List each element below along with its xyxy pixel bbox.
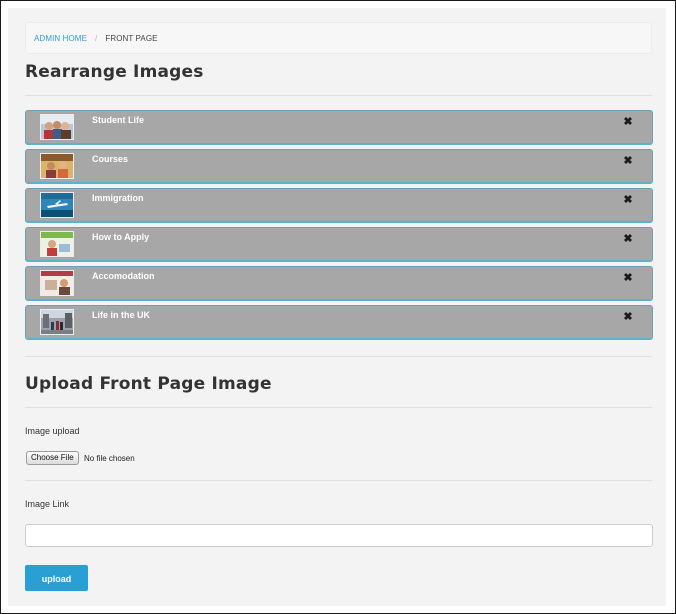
upload-button[interactable]: upload <box>25 565 88 591</box>
item-label: Accomodation <box>92 271 155 281</box>
item-label: Life in the UK <box>92 310 150 320</box>
breadcrumb-admin-home-link[interactable]: ADMIN HOME <box>34 34 87 43</box>
close-icon[interactable]: ✖ <box>623 273 633 284</box>
item-label: Courses <box>92 154 129 164</box>
list-item[interactable]: Immigration ✖ <box>25 188 653 223</box>
list-item[interactable]: Courses ✖ <box>25 149 653 184</box>
immigration-photo-icon <box>40 192 74 218</box>
upload-heading: Upload Front Page Image <box>25 374 272 394</box>
life-in-the-uk-photo-icon <box>40 309 74 335</box>
page-frame: ADMIN HOME / FRONT PAGE Rearrange Images <box>0 0 676 614</box>
close-icon[interactable]: ✖ <box>623 117 633 128</box>
breadcrumb-separator: / <box>95 34 98 43</box>
admin-panel: ADMIN HOME / FRONT PAGE Rearrange Images <box>8 8 666 606</box>
image-link-input[interactable] <box>25 524 653 547</box>
item-label: How to Apply <box>92 232 150 242</box>
list-item[interactable]: Student Life ✖ <box>25 110 653 145</box>
student-life-photo-icon <box>40 114 74 140</box>
divider <box>25 95 652 96</box>
close-icon[interactable]: ✖ <box>623 156 633 167</box>
how-to-apply-photo-icon <box>40 231 74 257</box>
divider <box>25 356 652 357</box>
close-icon[interactable]: ✖ <box>623 234 633 245</box>
list-item[interactable]: Accomodation ✖ <box>25 266 653 301</box>
close-icon[interactable]: ✖ <box>623 312 633 323</box>
close-icon[interactable]: ✖ <box>623 195 633 206</box>
file-status-text: No file chosen <box>84 454 135 463</box>
accomodation-photo-icon <box>40 270 74 296</box>
divider <box>25 480 652 481</box>
courses-photo-icon <box>40 153 74 179</box>
list-item[interactable]: Life in the UK ✖ <box>25 305 653 340</box>
breadcrumb: ADMIN HOME / FRONT PAGE <box>25 22 652 54</box>
item-label: Student Life <box>92 115 144 125</box>
choose-file-button[interactable]: Choose File <box>26 451 79 465</box>
divider <box>25 407 652 408</box>
rearrange-heading: Rearrange Images <box>25 62 204 82</box>
sortable-image-list: Student Life ✖ Courses ✖ Immigration ✖ H… <box>25 110 653 344</box>
image-link-label: Image Link <box>25 499 70 509</box>
item-label: Immigration <box>92 193 144 203</box>
list-item[interactable]: How to Apply ✖ <box>25 227 653 262</box>
breadcrumb-current: FRONT PAGE <box>105 34 158 43</box>
image-upload-label: Image upload <box>25 426 80 436</box>
